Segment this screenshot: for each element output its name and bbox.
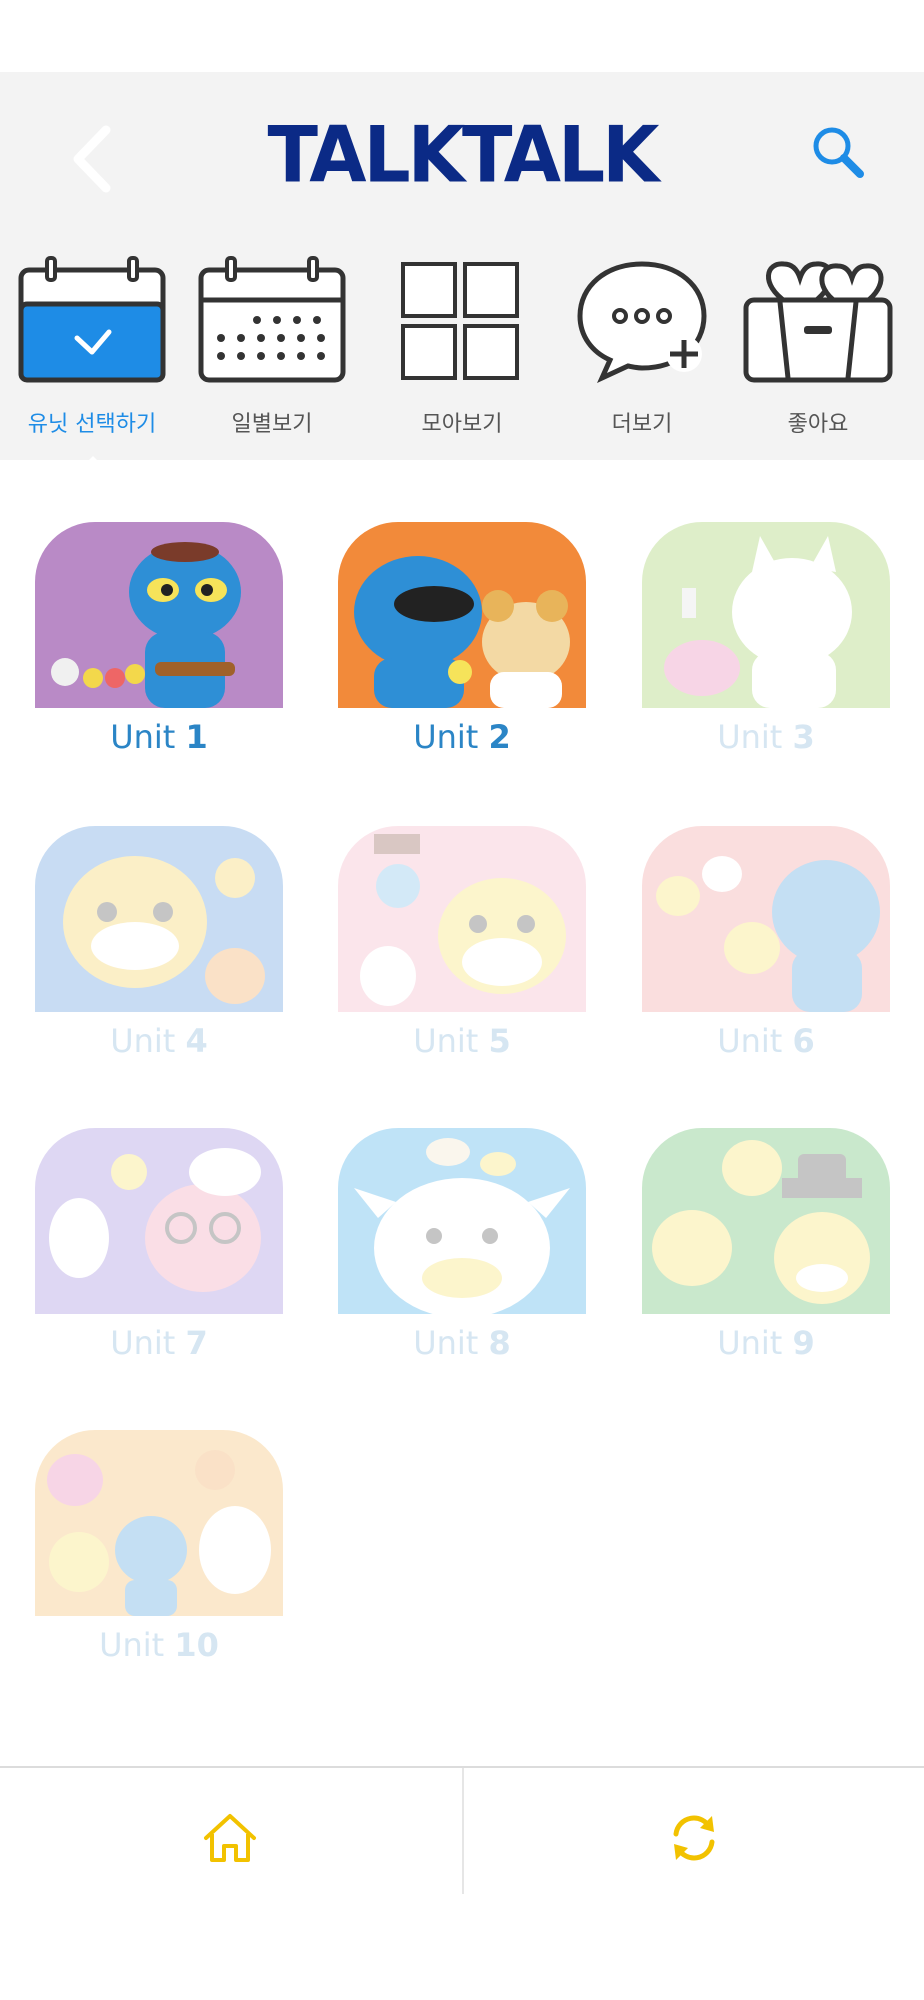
unit-thumbnail <box>35 1128 283 1314</box>
tab-label: 더보기 <box>611 412 673 437</box>
tab-more[interactable]: 더보기 <box>552 234 732 460</box>
tab-bar: 유닛 선택하기 일별보기 모아보기 더보기 좋아요 <box>0 234 924 470</box>
app-logo: TALKTALK <box>267 109 660 201</box>
unit-thumbnail <box>338 1128 586 1314</box>
calendar-check-icon <box>18 256 166 383</box>
tab-label: 일별보기 <box>231 412 313 437</box>
refresh-icon[interactable] <box>664 1808 724 1868</box>
home-icon[interactable] <box>200 1808 260 1868</box>
unit-thumbnail <box>642 1128 890 1314</box>
active-tab-pointer <box>79 456 107 470</box>
unit-card-7[interactable]: Unit 7 <box>35 1128 283 1362</box>
unit-thumbnail <box>338 522 586 708</box>
unit-label: Unit 7 <box>110 1324 208 1362</box>
tab-unit-select[interactable]: 유닛 선택하기 <box>2 234 182 470</box>
tab-daily-view[interactable]: 일별보기 <box>182 234 362 460</box>
unit-card-1[interactable]: Unit 1 <box>35 522 283 756</box>
unit-thumbnail <box>642 826 890 1012</box>
app-header: TALKTALK <box>0 72 924 234</box>
unit-card-3[interactable]: Unit 3 <box>642 522 890 756</box>
unit-thumbnail <box>35 1430 283 1616</box>
unit-card-2[interactable]: Unit 2 <box>338 522 586 756</box>
unit-card-8[interactable]: Unit 8 <box>338 1128 586 1362</box>
unit-label: Unit 8 <box>413 1324 511 1362</box>
grid-icon <box>401 262 519 380</box>
heart-box-icon <box>743 261 893 383</box>
tab-label: 유닛 선택하기 <box>27 412 157 437</box>
unit-thumbnail <box>338 826 586 1012</box>
unit-label: Unit 10 <box>99 1626 219 1664</box>
unit-card-9[interactable]: Unit 9 <box>642 1128 890 1362</box>
calendar-icon <box>198 256 346 383</box>
tab-label: 모아보기 <box>421 412 503 437</box>
unit-card-10[interactable]: Unit 10 <box>35 1430 283 1664</box>
unit-label: Unit 6 <box>717 1022 815 1060</box>
unit-thumbnail <box>642 522 890 708</box>
unit-label: Unit 1 <box>110 718 208 756</box>
bottom-nav <box>0 1766 924 1894</box>
search-icon[interactable] <box>808 122 868 182</box>
nav-divider <box>462 1768 464 1894</box>
tab-collection-view[interactable]: 모아보기 <box>372 234 552 460</box>
unit-thumbnail <box>35 522 283 708</box>
unit-label: Unit 3 <box>717 718 815 756</box>
unit-card-4[interactable]: Unit 4 <box>35 826 283 1060</box>
unit-label: Unit 5 <box>413 1022 511 1060</box>
tab-likes[interactable]: 좋아요 <box>728 234 908 460</box>
unit-thumbnail <box>35 826 283 1012</box>
chat-plus-icon <box>577 261 707 384</box>
unit-label: Unit 9 <box>717 1324 815 1362</box>
unit-label: Unit 2 <box>413 718 511 756</box>
unit-card-6[interactable]: Unit 6 <box>642 826 890 1060</box>
unit-label: Unit 4 <box>110 1022 208 1060</box>
tab-label: 좋아요 <box>787 412 849 437</box>
unit-card-5[interactable]: Unit 5 <box>338 826 586 1060</box>
